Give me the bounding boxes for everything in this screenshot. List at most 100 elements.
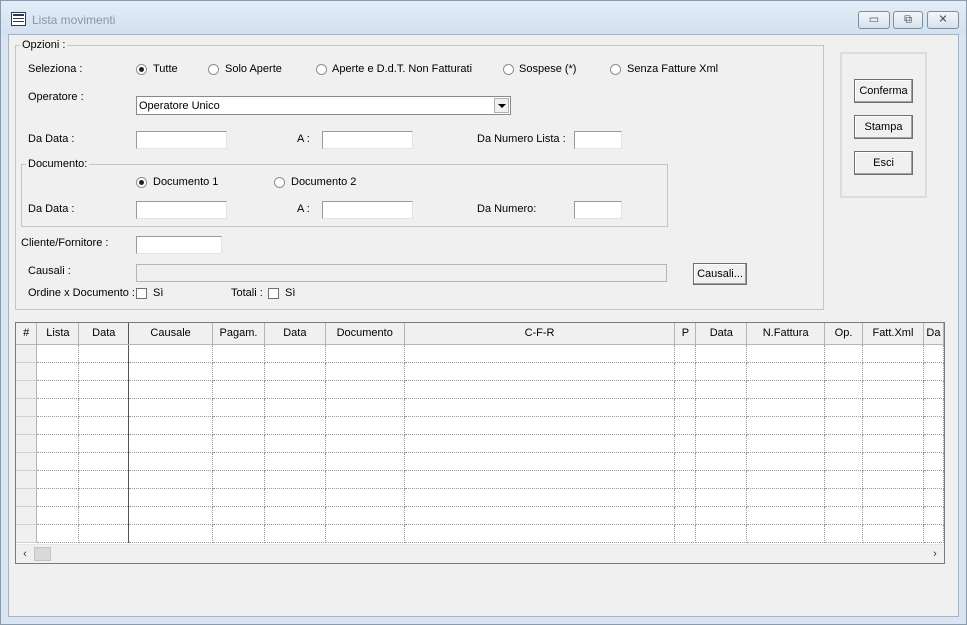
radio-tutte[interactable] <box>136 64 147 75</box>
row-selector[interactable] <box>16 434 38 453</box>
table-cell[interactable] <box>404 434 676 453</box>
grid-column-header[interactable]: Pagam. <box>212 323 265 345</box>
table-cell[interactable] <box>695 506 748 525</box>
row-selector[interactable] <box>16 416 38 435</box>
table-cell[interactable] <box>264 398 326 417</box>
table-cell[interactable] <box>695 416 748 435</box>
table-cell[interactable] <box>212 380 265 399</box>
radio-solo-aperte[interactable] <box>208 64 219 75</box>
table-cell[interactable] <box>404 506 676 525</box>
ordine-documento-check-label[interactable]: Sì <box>153 287 163 300</box>
grid-column-header[interactable]: # <box>16 323 38 345</box>
table-cell[interactable] <box>923 452 944 471</box>
table-cell[interactable] <box>824 380 863 399</box>
table-cell[interactable] <box>695 524 748 543</box>
table-cell[interactable] <box>325 452 405 471</box>
table-cell[interactable] <box>264 506 326 525</box>
table-row[interactable] <box>16 398 944 417</box>
row-selector[interactable] <box>16 380 38 399</box>
table-cell[interactable] <box>824 398 863 417</box>
radio-sospese[interactable] <box>503 64 514 75</box>
radio-documento-1[interactable] <box>136 177 147 188</box>
row-selector[interactable] <box>16 452 38 471</box>
radio-senza-fatture-xml[interactable] <box>610 64 621 75</box>
table-cell[interactable] <box>78 380 130 399</box>
table-cell[interactable] <box>824 344 863 363</box>
table-cell[interactable] <box>36 380 80 399</box>
table-cell[interactable] <box>78 434 130 453</box>
table-cell[interactable] <box>128 524 213 543</box>
table-cell[interactable] <box>128 452 213 471</box>
table-cell[interactable] <box>78 506 130 525</box>
table-cell[interactable] <box>212 362 265 381</box>
table-cell[interactable] <box>264 452 326 471</box>
table-cell[interactable] <box>325 434 405 453</box>
table-cell[interactable] <box>325 488 405 507</box>
grid-column-header[interactable]: N.Fattura <box>746 323 826 345</box>
scroll-right-icon[interactable]: › <box>928 547 942 561</box>
table-cell[interactable] <box>404 362 676 381</box>
row-selector[interactable] <box>16 344 38 363</box>
table-cell[interactable] <box>862 416 924 435</box>
grid-column-header[interactable]: P <box>674 323 697 345</box>
table-cell[interactable] <box>923 416 944 435</box>
causali-button[interactable]: Causali... <box>693 263 747 285</box>
table-cell[interactable] <box>78 398 130 417</box>
table-cell[interactable] <box>78 452 130 471</box>
table-cell[interactable] <box>695 344 748 363</box>
table-cell[interactable] <box>212 398 265 417</box>
table-row[interactable] <box>16 470 944 489</box>
table-cell[interactable] <box>36 506 80 525</box>
table-cell[interactable] <box>78 524 130 543</box>
table-cell[interactable] <box>695 488 748 507</box>
table-cell[interactable] <box>128 398 213 417</box>
operatore-select[interactable]: Operatore Unico <box>136 96 511 115</box>
table-cell[interactable] <box>674 416 697 435</box>
conferma-button[interactable]: Conferma <box>854 79 913 103</box>
table-cell[interactable] <box>78 344 130 363</box>
table-cell[interactable] <box>824 452 863 471</box>
esci-button[interactable]: Esci <box>854 151 913 175</box>
table-cell[interactable] <box>824 488 863 507</box>
table-cell[interactable] <box>36 470 80 489</box>
horizontal-scrollbar[interactable]: ‹ › <box>16 544 944 563</box>
table-cell[interactable] <box>695 470 748 489</box>
table-cell[interactable] <box>404 344 676 363</box>
table-cell[interactable] <box>128 434 213 453</box>
table-cell[interactable] <box>212 344 265 363</box>
table-cell[interactable] <box>404 416 676 435</box>
table-cell[interactable] <box>862 434 924 453</box>
table-cell[interactable] <box>746 488 826 507</box>
row-selector[interactable] <box>16 506 38 525</box>
table-cell[interactable] <box>404 488 676 507</box>
grid-column-header[interactable]: Fatt.Xml <box>862 323 924 345</box>
table-cell[interactable] <box>862 452 924 471</box>
radio-solo-aperte-label[interactable]: Solo Aperte <box>225 63 282 76</box>
table-cell[interactable] <box>128 344 213 363</box>
row-selector[interactable] <box>16 398 38 417</box>
table-cell[interactable] <box>824 416 863 435</box>
table-cell[interactable] <box>212 506 265 525</box>
grid-column-header[interactable]: Lista <box>36 323 80 345</box>
table-cell[interactable] <box>674 398 697 417</box>
table-cell[interactable] <box>923 434 944 453</box>
table-cell[interactable] <box>746 452 826 471</box>
table-row[interactable] <box>16 362 944 381</box>
table-cell[interactable] <box>674 344 697 363</box>
radio-documento-1-label[interactable]: Documento 1 <box>153 176 218 189</box>
table-cell[interactable] <box>264 434 326 453</box>
row-selector[interactable] <box>16 524 38 543</box>
table-row[interactable] <box>16 524 944 543</box>
table-cell[interactable] <box>212 452 265 471</box>
table-cell[interactable] <box>674 452 697 471</box>
table-cell[interactable] <box>862 398 924 417</box>
table-cell[interactable] <box>746 506 826 525</box>
table-cell[interactable] <box>128 416 213 435</box>
radio-aperte-ddt[interactable] <box>316 64 327 75</box>
doc-a-data-input[interactable] <box>322 201 413 219</box>
table-cell[interactable] <box>746 470 826 489</box>
table-cell[interactable] <box>824 506 863 525</box>
table-cell[interactable] <box>746 434 826 453</box>
table-cell[interactable] <box>212 524 265 543</box>
table-row[interactable] <box>16 416 944 435</box>
